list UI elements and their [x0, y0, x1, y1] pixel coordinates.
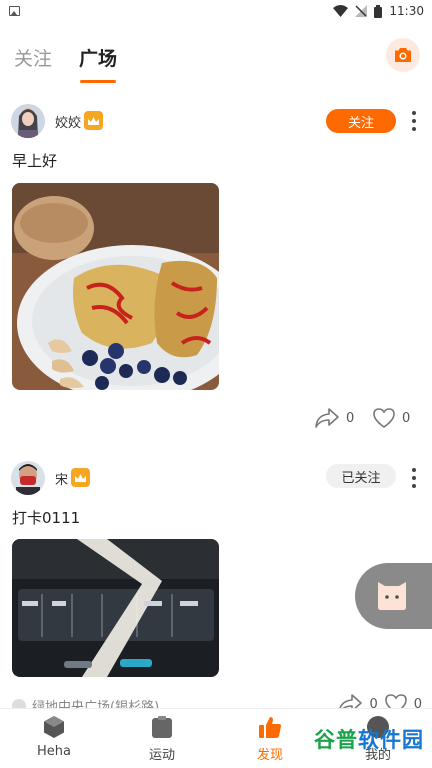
- watermark-part-2: 软件园: [358, 728, 424, 752]
- more-options-icon[interactable]: [411, 111, 417, 131]
- nav-sport[interactable]: 运动: [132, 715, 192, 763]
- share-count: 0: [346, 410, 355, 426]
- watermark: 谷普软件园: [314, 724, 424, 754]
- avatar[interactable]: [11, 104, 45, 138]
- tab-square[interactable]: 广场: [79, 44, 117, 71]
- cat-icon: [378, 582, 406, 610]
- nav-discover[interactable]: 发现: [240, 715, 300, 763]
- post-photo-breakfast[interactable]: [12, 183, 219, 390]
- tab-following[interactable]: 关注: [14, 44, 52, 71]
- share-icon[interactable]: [314, 407, 340, 429]
- thumbs-up-icon: [259, 717, 281, 738]
- followed-button[interactable]: 已关注: [326, 464, 396, 488]
- active-tab-indicator: [80, 80, 116, 83]
- post-text: 打卡0111: [12, 509, 81, 527]
- no-signal-icon: [355, 5, 368, 17]
- username[interactable]: 姣姣: [55, 112, 81, 131]
- avatar[interactable]: [11, 461, 45, 495]
- more-options-icon[interactable]: [411, 468, 417, 488]
- post-actions: 0 0: [314, 407, 422, 429]
- nav-heha-label: Heha: [37, 744, 71, 759]
- follow-button[interactable]: 关注: [326, 109, 396, 133]
- heart-icon[interactable]: [372, 407, 396, 429]
- status-bar: 11:30: [0, 0, 432, 22]
- wifi-icon: [333, 5, 349, 17]
- clipboard-icon: [152, 716, 172, 738]
- battery-icon: [374, 4, 383, 18]
- crown-badge-icon: [84, 111, 103, 130]
- crown-badge-icon: [71, 468, 90, 487]
- post-text: 早上好: [12, 152, 58, 170]
- header: 关注 广场: [0, 22, 432, 90]
- floating-pet-button[interactable]: [355, 563, 432, 629]
- camera-button[interactable]: [386, 38, 420, 72]
- username[interactable]: 宋: [55, 469, 68, 488]
- post-photo-treadmill[interactable]: [12, 539, 219, 677]
- nav-sport-label: 运动: [148, 748, 175, 763]
- hexagon-icon: [44, 716, 64, 738]
- nav-discover-label: 发现: [256, 748, 283, 763]
- nav-heha[interactable]: Heha: [24, 715, 84, 759]
- like-count: 0: [402, 410, 411, 426]
- image-notification-icon: [9, 6, 20, 16]
- watermark-part-1: 谷普: [314, 728, 358, 752]
- clock: 11:30: [389, 4, 424, 18]
- camera-icon: [395, 48, 411, 62]
